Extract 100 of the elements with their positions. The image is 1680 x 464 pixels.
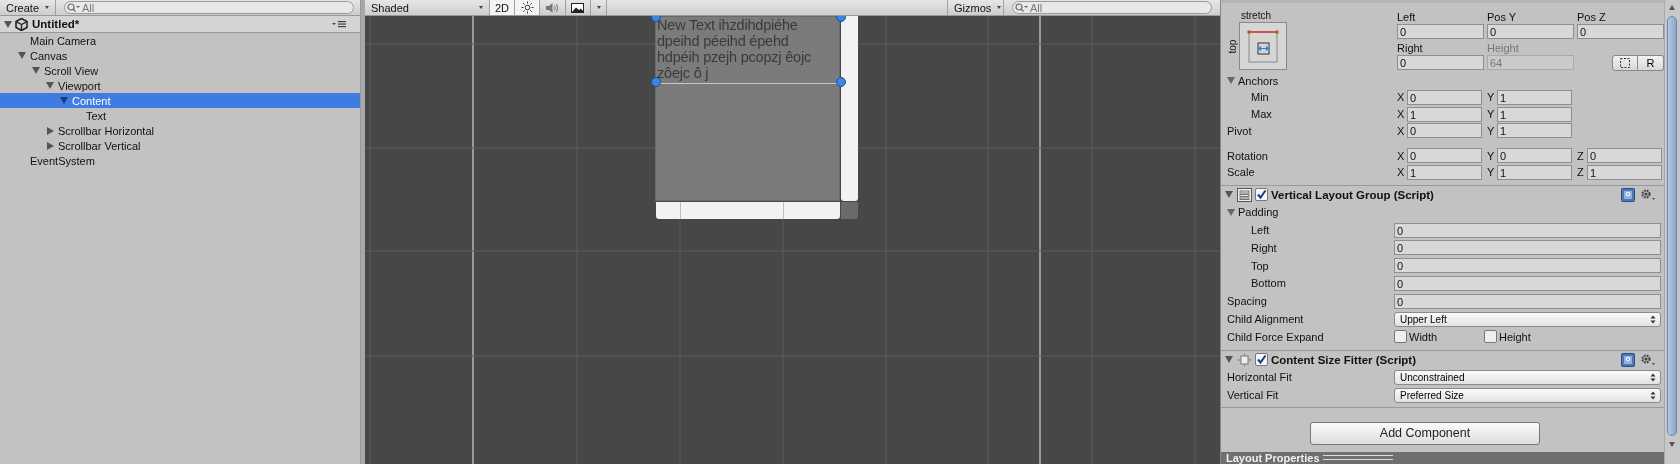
- axis-label: X: [1397, 166, 1406, 179]
- scrollbar-thumb[interactable]: [1667, 16, 1677, 436]
- field-label: Min: [1251, 91, 1269, 104]
- create-button[interactable]: Create: [0, 0, 56, 15]
- expand-arrow-icon[interactable]: [32, 67, 40, 74]
- caret-icon: [597, 6, 602, 9]
- number-field[interactable]: 0: [1577, 24, 1664, 39]
- number-field[interactable]: 1: [1587, 164, 1662, 180]
- number-field[interactable]: 0: [1394, 240, 1661, 256]
- add-component-button[interactable]: Add Component: [1310, 421, 1540, 445]
- expand-arrow-icon[interactable]: [47, 126, 54, 135]
- menu-icon[interactable]: [332, 20, 346, 28]
- number-field[interactable]: 0: [1397, 55, 1484, 71]
- field-label: Pos Y: [1487, 10, 1518, 24]
- checkbox[interactable]: [1484, 330, 1497, 344]
- scene-text: dpeihd péeihd épehd: [657, 33, 790, 49]
- scene-text: New Text ihzdihdpiéhe: [657, 17, 799, 33]
- number-field[interactable]: 1: [1407, 106, 1482, 122]
- dropdown[interactable]: Upper Left: [1394, 311, 1661, 327]
- number-field[interactable]: 0: [1407, 89, 1482, 105]
- field-label: Padding: [1238, 206, 1279, 219]
- number-field[interactable]: 0: [1487, 24, 1574, 39]
- search-field[interactable]: All: [64, 1, 354, 14]
- sun-icon: [520, 1, 534, 14]
- expand-arrow-icon[interactable]: [18, 52, 26, 59]
- gear-icon[interactable]: [1640, 353, 1656, 367]
- number-field[interactable]: 1: [1497, 89, 1572, 105]
- fitter-icon: [1237, 352, 1252, 367]
- field-label: Child Force Expand: [1227, 330, 1324, 343]
- expand-arrow-icon[interactable]: [1227, 77, 1235, 85]
- anchor-preset-button[interactable]: [1239, 22, 1287, 70]
- component-title: Content Size Fitter (Script): [1271, 353, 1418, 366]
- axis-label: Y: [1487, 91, 1496, 104]
- axis-label: X: [1397, 108, 1406, 121]
- dropdown[interactable]: Unconstrained: [1394, 369, 1661, 385]
- checkbox[interactable]: [1255, 353, 1268, 367]
- scroll-up-icon[interactable]: [1669, 5, 1675, 10]
- expand-arrow-icon[interactable]: [1227, 208, 1235, 216]
- axis-label: Z: [1577, 149, 1585, 162]
- number-field[interactable]: 0: [1497, 148, 1572, 164]
- gear-icon[interactable]: [1640, 188, 1656, 202]
- axis-label: Y: [1487, 108, 1496, 121]
- number-field[interactable]: 1: [1407, 164, 1482, 180]
- gizmos-dropdown[interactable]: Gizmos: [948, 0, 1004, 15]
- updown-icon: [1650, 390, 1656, 400]
- number-field[interactable]: 1: [1497, 106, 1572, 122]
- expand-arrow-icon[interactable]: [47, 141, 54, 150]
- expand-arrow-icon[interactable]: [60, 97, 68, 104]
- updown-icon: [1650, 372, 1656, 382]
- expand-arrow-icon[interactable]: [1225, 356, 1233, 364]
- field-label: Anchors: [1238, 74, 1279, 87]
- component-title: Vertical Layout Group (Script): [1271, 188, 1435, 201]
- help-icon[interactable]: [1621, 187, 1635, 202]
- number-field[interactable]: 0: [1394, 275, 1661, 291]
- scene-title: Untitled*: [32, 18, 81, 30]
- axis-label: Y: [1487, 166, 1496, 179]
- help-icon[interactable]: [1621, 352, 1635, 367]
- number-field[interactable]: 0: [1394, 293, 1661, 309]
- axis-label: X: [1397, 124, 1406, 137]
- hierarchy-item[interactable]: Canvas: [0, 48, 360, 63]
- number-field[interactable]: 0: [1587, 148, 1662, 164]
- hierarchy-item[interactable]: Content: [0, 93, 360, 108]
- checkbox-label: Height: [1499, 330, 1531, 343]
- caret-icon: [997, 6, 1002, 9]
- field-label: Spacing: [1227, 295, 1267, 308]
- number-field[interactable]: 0: [1397, 24, 1484, 39]
- hierarchy-item[interactable]: EventSystem: [0, 153, 360, 168]
- field-label: Top: [1251, 259, 1269, 272]
- scrollbar-corner: [841, 202, 858, 219]
- field-label: Vertical Fit: [1227, 389, 1279, 402]
- scroll-down-icon[interactable]: [1669, 442, 1675, 447]
- anchor-handle[interactable]: [836, 77, 846, 87]
- number-field[interactable]: 0: [1394, 258, 1661, 274]
- mode-2d-button[interactable]: 2D: [490, 0, 516, 15]
- number-field[interactable]: 0: [1407, 123, 1482, 139]
- axis-label: Y: [1487, 149, 1496, 162]
- axis-label: X: [1397, 91, 1406, 104]
- number-field[interactable]: 0: [1407, 148, 1482, 164]
- field-label: Height: [1487, 41, 1520, 56]
- image-icon: [571, 2, 585, 13]
- hierarchy-item[interactable]: Text: [0, 108, 360, 123]
- field-label: Scale: [1227, 166, 1255, 179]
- hierarchy-item[interactable]: Main Camera: [0, 33, 360, 48]
- blueprint-button[interactable]: [1612, 55, 1638, 72]
- lighting-button[interactable]: [515, 0, 541, 15]
- raw-edit-button[interactable]: R: [1638, 55, 1664, 72]
- caret-icon: [45, 6, 50, 9]
- number-field[interactable]: 1: [1497, 123, 1572, 139]
- checkbox[interactable]: [1394, 330, 1407, 344]
- field-label: Left: [1251, 224, 1270, 237]
- hierarchy-item[interactable]: Scrollbar Vertical: [0, 138, 360, 153]
- scrollbar[interactable]: [1664, 0, 1680, 464]
- search-field[interactable]: All: [1012, 1, 1212, 14]
- checkbox[interactable]: [1255, 188, 1268, 202]
- number-field[interactable]: 0: [1394, 222, 1661, 238]
- hierarchy-item[interactable]: Scroll View: [0, 63, 360, 78]
- dropdown[interactable]: Preferred Size: [1394, 387, 1661, 403]
- number-field[interactable]: 1: [1497, 164, 1572, 180]
- expand-arrow-icon[interactable]: [4, 20, 12, 28]
- hierarchy-item[interactable]: Scrollbar Horizontal: [0, 123, 360, 138]
